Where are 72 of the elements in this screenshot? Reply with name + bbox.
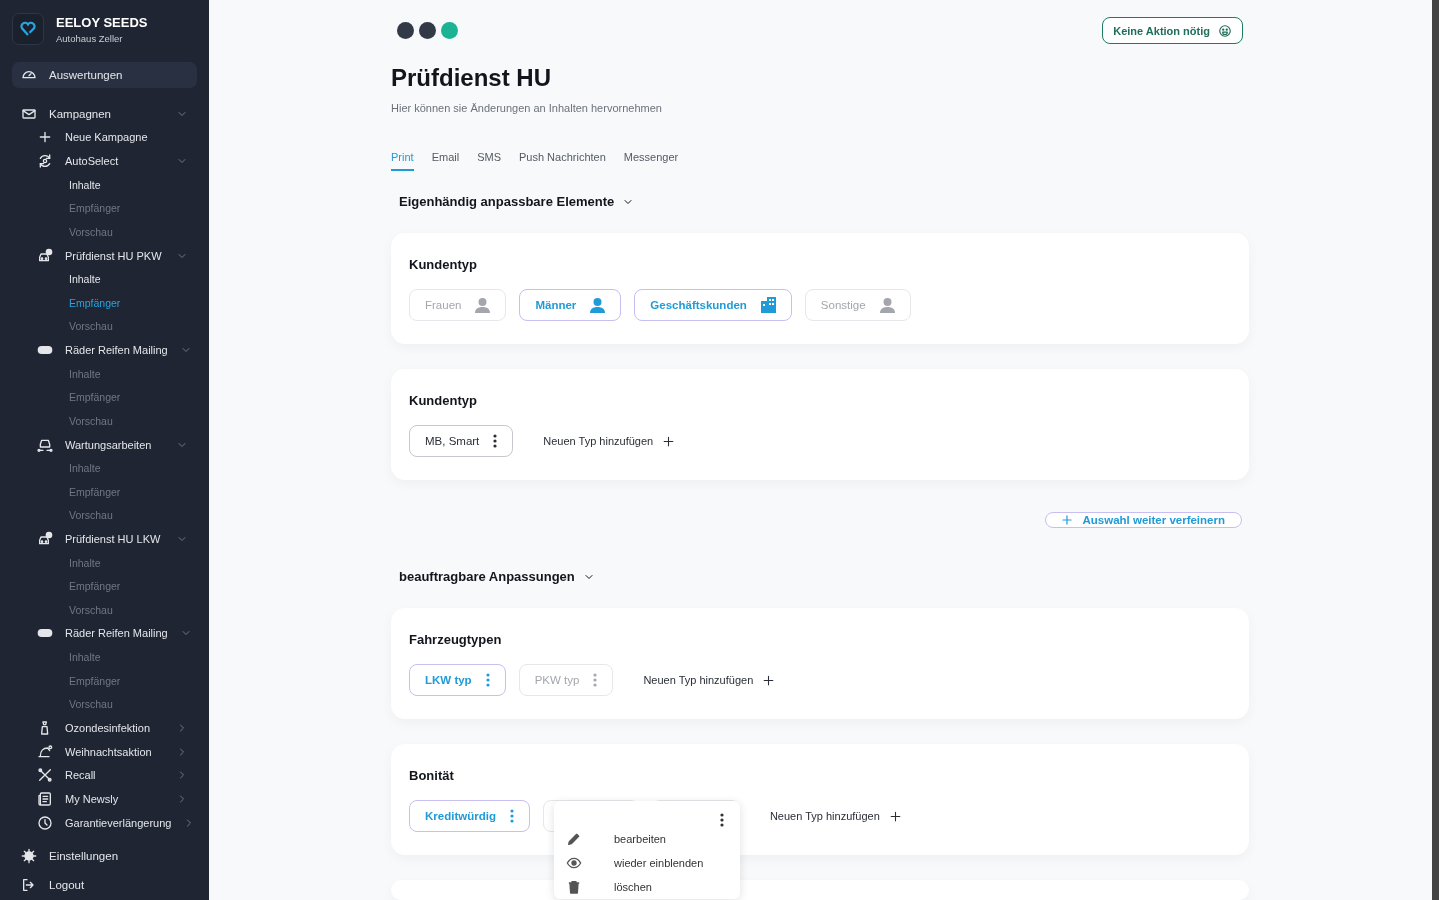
sub-item[interactable]: Inhalte — [69, 556, 101, 569]
logo-icon — [12, 13, 44, 45]
sub-item[interactable]: Inhalte — [69, 273, 101, 286]
menu-item[interactable]: bearbeiten — [554, 827, 740, 851]
sidebar-group[interactable]: Kampagnen — [12, 101, 197, 126]
sub-item[interactable]: Empfänger — [69, 485, 121, 498]
campaign-item[interactable]: Wartungsarbeiten — [12, 432, 197, 457]
campaign-item[interactable]: Räder Reifen Mailing — [12, 621, 197, 646]
sidebar-item[interactable]: Logout — [12, 870, 197, 900]
campaign-item[interactable]: Garantieverlängerung — [12, 811, 197, 835]
kebab-menu-icon[interactable] — [720, 813, 724, 827]
santa-hat-icon — [37, 743, 53, 760]
add-type-button[interactable]: Neuen Typ hinzufügen — [543, 434, 676, 448]
sub-item[interactable]: Inhalte — [69, 462, 101, 475]
page-subtitle: Hier können sie Änderungen an Inhalten hervornehmen — [391, 102, 663, 114]
page-title: Prüfdienst HU — [391, 64, 552, 92]
gear-icon — [21, 847, 37, 864]
sub-item[interactable]: Empfänger — [69, 391, 121, 404]
add-type-button[interactable]: Neuen Typ hinzufügen — [769, 809, 902, 823]
newspaper-icon — [37, 791, 53, 808]
card-title: Fahrzeugtypen — [409, 632, 503, 647]
sub-item[interactable]: Empfänger — [69, 674, 121, 687]
plus-icon — [1060, 513, 1075, 527]
plus-icon — [662, 434, 676, 448]
section-header[interactable]: Eigenhändig anpassbare Elemente — [399, 194, 635, 209]
campaign-item[interactable]: Weihnachtsaktion — [12, 739, 197, 764]
plus-icon — [762, 673, 776, 687]
sub-item[interactable]: Inhalte — [69, 178, 101, 191]
eye-icon — [566, 855, 582, 871]
tab[interactable]: SMS — [477, 150, 501, 171]
sub-item[interactable]: Inhalte — [69, 651, 101, 664]
card-title: Bonität — [409, 768, 455, 783]
brand-name: EELOY SEEDS — [56, 14, 148, 30]
campaign-item[interactable]: AutoSelect — [12, 149, 197, 174]
sub-item[interactable]: Empfänger — [69, 296, 121, 309]
car-check-icon — [37, 530, 53, 547]
section-header[interactable]: beauftragbare Anpassungen — [399, 569, 595, 584]
tab[interactable]: Email — [431, 150, 460, 171]
smiley-icon — [1218, 23, 1232, 38]
circular-arrows-icon — [37, 153, 53, 170]
campaign-item[interactable]: Prüfdienst HU LKW — [12, 527, 197, 551]
campaign-item[interactable]: Recall — [12, 763, 197, 788]
sub-item[interactable]: Empfänger — [69, 580, 121, 593]
sub-item[interactable]: Inhalte — [69, 367, 101, 380]
add-type-button[interactable]: Neuen Typ hinzufügen — [643, 673, 776, 687]
card-title: Kundentyp — [409, 257, 478, 272]
status-button[interactable]: Keine Aktion nötig — [1102, 17, 1243, 44]
person-icon — [879, 297, 895, 313]
car-check-icon — [37, 247, 53, 264]
plus-icon — [888, 809, 902, 823]
buildings-icon — [760, 297, 776, 313]
menu-item[interactable]: löschen — [554, 875, 740, 899]
tab[interactable]: Messenger — [623, 150, 679, 171]
menu-item[interactable]: wieder einblenden — [554, 851, 740, 875]
trash-icon — [566, 879, 582, 895]
campaign-item[interactable]: Ozondesinfektion — [12, 716, 197, 740]
filter-chip[interactable]: MB, Smart — [409, 425, 514, 457]
tools-icon — [37, 767, 53, 784]
campaign-item[interactable]: Prüfdienst HU PKW — [12, 243, 197, 268]
clock-icon — [37, 814, 53, 831]
campaign-item[interactable]: My Newsly — [12, 787, 197, 812]
campaign-item[interactable]: Räder Reifen Mailing — [12, 338, 197, 362]
person-icon — [475, 297, 491, 313]
new-campaign-link[interactable]: Neue Kampagne — [12, 125, 197, 150]
card-title: Kundentyp — [409, 393, 478, 408]
brand-subtitle: Autohaus Zeller — [56, 32, 124, 44]
sidebar-item[interactable]: Auswertungen — [12, 62, 197, 88]
sub-item[interactable]: Empfänger — [69, 202, 121, 215]
person-icon — [590, 297, 606, 313]
tab[interactable]: Push Nachrichten — [519, 150, 606, 171]
kebab-menu-icon[interactable] — [493, 434, 498, 448]
sidebar-item[interactable]: Einstellungen — [12, 840, 197, 871]
